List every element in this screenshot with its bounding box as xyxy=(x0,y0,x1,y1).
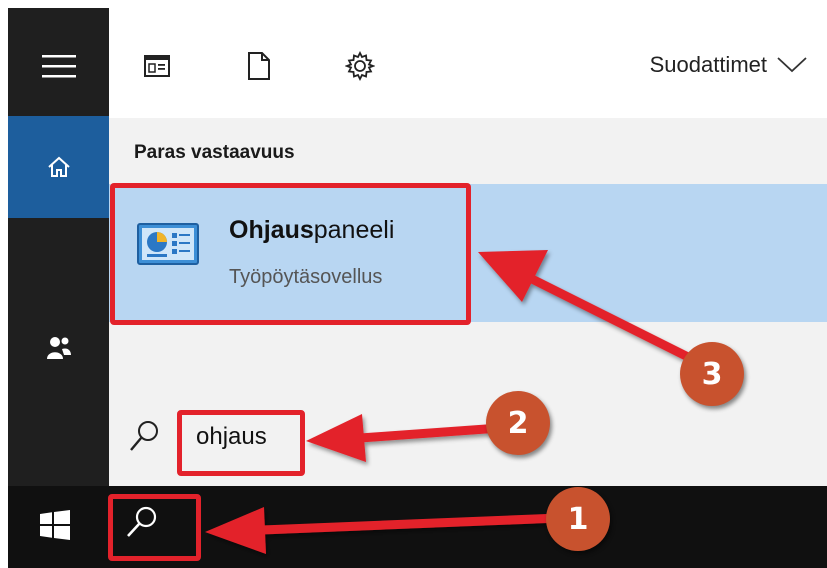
start-rail xyxy=(8,8,109,486)
windows-start-icon[interactable] xyxy=(40,510,70,540)
step-badge-2: 2 xyxy=(486,391,550,455)
filter-toolbar: Suodattimet xyxy=(109,8,827,118)
document-icon xyxy=(248,52,270,80)
apps-window-icon xyxy=(144,55,170,77)
highlight-box-result xyxy=(110,183,471,325)
highlight-box-taskbar-search xyxy=(108,494,201,561)
filters-dropdown[interactable]: Suodattimet xyxy=(650,52,807,78)
documents-filter-button[interactable] xyxy=(239,46,279,86)
home-icon xyxy=(47,156,70,177)
search-icon xyxy=(130,421,158,451)
best-match-heading: Paras vastaavuus xyxy=(134,142,295,163)
highlight-box-search-input xyxy=(177,410,305,476)
step-badge-3: 3 xyxy=(680,342,744,406)
gear-icon xyxy=(345,51,375,81)
people-icon xyxy=(46,337,71,359)
apps-filter-button[interactable] xyxy=(137,46,177,86)
home-button[interactable] xyxy=(8,116,109,218)
hamburger-icon xyxy=(41,55,76,78)
settings-filter-button[interactable] xyxy=(340,46,380,86)
menu-button[interactable] xyxy=(8,18,109,114)
people-button[interactable] xyxy=(8,318,109,378)
chevron-down-icon xyxy=(777,57,807,73)
filters-label: Suodattimet xyxy=(649,52,767,77)
step-badge-1: 1 xyxy=(546,487,610,551)
